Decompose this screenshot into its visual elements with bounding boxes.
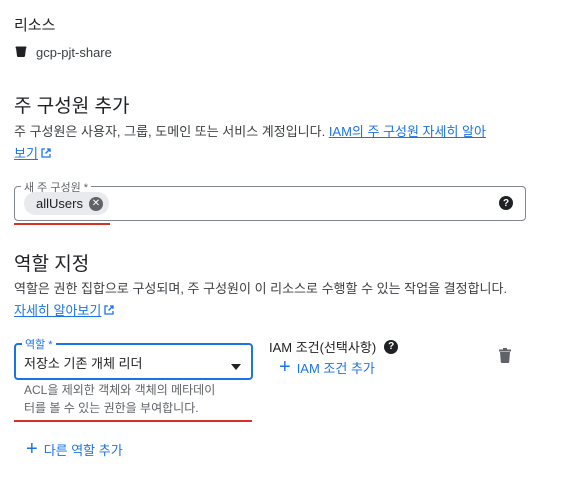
bucket-icon	[14, 44, 28, 61]
add-another-role-button[interactable]: + 다른 역할 추가	[26, 439, 123, 459]
principals-learn-more-link[interactable]: IAM의 주 구성원 자세히 알아	[329, 124, 486, 139]
red-underline-role	[14, 420, 252, 422]
principal-chip-label: allUsers	[36, 196, 83, 211]
iam-condition-header: IAM 조건(선택사항) ?	[269, 337, 399, 356]
chip-remove-icon[interactable]: ✕	[88, 196, 103, 211]
assign-roles-description: 역할은 권한 집합으로 구성되며, 주 구성원이 이 리소스로 수행할 수 있는…	[14, 278, 544, 323]
trash-icon[interactable]	[499, 348, 511, 368]
role-label: 역할 *	[22, 336, 56, 352]
add-iam-condition-label: IAM 조건 추가	[296, 360, 375, 376]
help-icon[interactable]: ?	[384, 339, 399, 354]
role-helper-line1: ACL을 제외한 객체와 객체의 메타데이	[24, 383, 216, 397]
external-link-icon	[40, 144, 52, 166]
plus-icon: +	[26, 438, 38, 460]
add-principals-description: 주 구성원은 사용자, 그룹, 도메인 또는 서비스 계정입니다. IAM의 주…	[14, 121, 534, 166]
principals-learn-more-link-cont[interactable]: 보기	[14, 146, 38, 161]
red-underline-principal	[14, 223, 110, 225]
add-another-role-label: 다른 역할 추가	[43, 442, 123, 458]
external-link-icon	[103, 301, 115, 323]
role-helper-line2: 터를 볼 수 있는 권한을 부여합니다.	[24, 401, 199, 415]
role-select[interactable]: 역할 * 저장소 기존 개체 리더	[14, 336, 253, 380]
iam-condition-label: IAM 조건(선택사항)	[269, 340, 377, 355]
add-principals-title: 주 구성원 추가	[14, 96, 130, 117]
dropdown-arrow-icon	[231, 357, 241, 375]
principals-description-text: 주 구성원은 사용자, 그룹, 도메인 또는 서비스 계정입니다.	[14, 124, 329, 139]
roles-description-text: 역할은 권한 집합으로 구성되며, 주 구성원이 이 리소스로 수행할 수 있는…	[14, 281, 508, 296]
principal-chip[interactable]: allUsers ✕	[24, 192, 109, 215]
plus-icon: +	[279, 356, 291, 378]
add-iam-condition-button[interactable]: + IAM 조건 추가	[279, 357, 375, 377]
role-helper-text: ACL을 제외한 객체와 객체의 메타데이 터를 볼 수 있는 권한을 부여합니…	[24, 381, 254, 417]
resource-row: gcp-pjt-share	[14, 44, 112, 61]
new-principal-field[interactable]: 새 주 구성원 * allUsers ✕ ?	[14, 179, 526, 221]
assign-roles-title: 역할 지정	[14, 254, 90, 275]
resource-name: gcp-pjt-share	[36, 45, 112, 60]
role-value: 저장소 기존 개체 리더	[24, 356, 143, 371]
help-icon[interactable]: ?	[499, 196, 513, 210]
roles-learn-more-link[interactable]: 자세히 알아보기	[14, 303, 101, 318]
resource-section-label: 리소스	[14, 17, 56, 34]
